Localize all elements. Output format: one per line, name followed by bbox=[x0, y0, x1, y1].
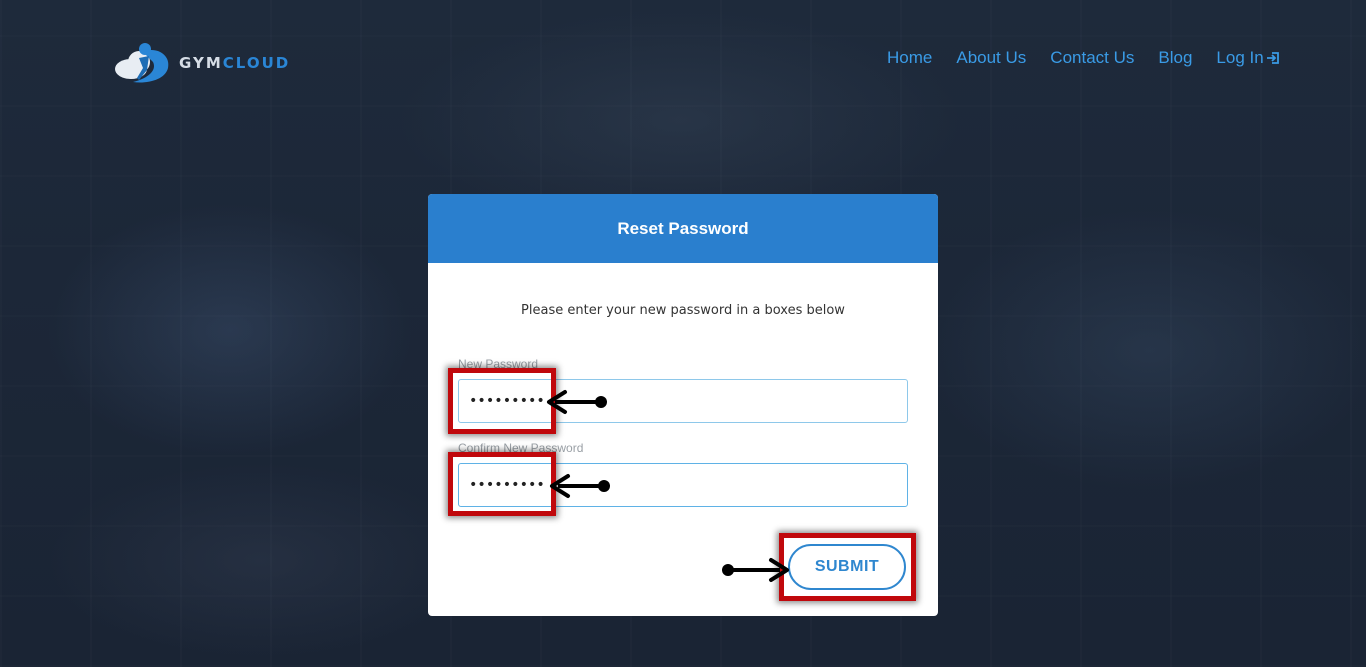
submit-highlight bbox=[779, 533, 916, 601]
nav-about-link[interactable]: About Us bbox=[956, 48, 1026, 68]
nav-contact-link[interactable]: Contact Us bbox=[1050, 48, 1134, 68]
nav-blog-link[interactable]: Blog bbox=[1158, 48, 1192, 68]
nav-home-link[interactable]: Home bbox=[887, 48, 932, 68]
card-title: Reset Password bbox=[428, 194, 938, 263]
arrow-right-icon bbox=[722, 558, 789, 582]
main-nav: Home About Us Contact Us Blog Log In bbox=[887, 48, 1280, 68]
gymcloud-logo[interactable]: GYMCLOUD bbox=[113, 40, 313, 86]
arrow-left-icon bbox=[550, 474, 610, 498]
login-icon bbox=[1266, 52, 1279, 64]
logo-wordmark: GYMCLOUD bbox=[179, 54, 290, 72]
logo-text-gym: GYM bbox=[179, 54, 223, 72]
nav-login-link[interactable]: Log In bbox=[1216, 48, 1279, 68]
instruction-text: Please enter your new password in a boxe… bbox=[521, 303, 845, 318]
nav-login-label: Log In bbox=[1216, 48, 1264, 67]
new-password-highlight bbox=[448, 368, 556, 434]
cloud-person-icon bbox=[115, 43, 169, 83]
confirm-password-highlight bbox=[448, 452, 556, 516]
arrow-left-icon bbox=[547, 390, 607, 414]
logo-text-cloud: CLOUD bbox=[222, 54, 291, 72]
